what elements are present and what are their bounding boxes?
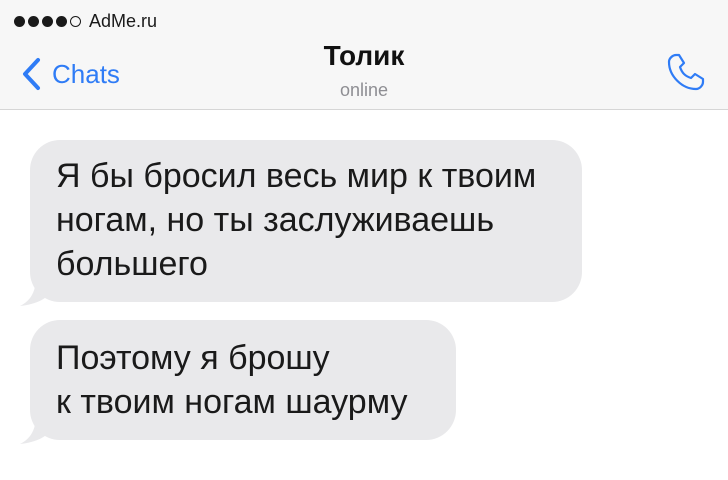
message-text-line: ногам, но ты заслуживаешь [56,201,495,239]
message-list[interactable]: Я бы бросил весь мир к твоим ногам, но т… [0,110,728,480]
signal-strength-icon [14,15,81,27]
message-text-line: Я бы бросил весь мир к твоим [56,157,537,195]
navigation-header: AdMe.ru Chats Толик online [0,0,728,110]
signal-dot-empty [70,15,81,27]
contact-name[interactable]: Толик [0,40,728,72]
message-bubble-incoming[interactable]: Поэтому я брошу к твоим ногам шаурму [30,320,456,440]
signal-dot [14,15,25,27]
message-text-line: Поэтому я брошу [56,339,330,377]
contact-status: online [339,80,389,100]
carrier-name: AdMe.ru [89,10,158,31]
message-bubble-incoming[interactable]: Я бы бросил весь мир к твоим ногам, но т… [30,140,582,302]
signal-dot [56,15,67,27]
signal-dot [28,15,39,27]
message-text-line: большего [56,245,208,283]
signal-dot [42,15,53,27]
status-bar: AdMe.ru [14,10,157,32]
phone-icon[interactable] [664,50,708,94]
message-text-line: к твоим ногам шаурму [56,383,408,421]
